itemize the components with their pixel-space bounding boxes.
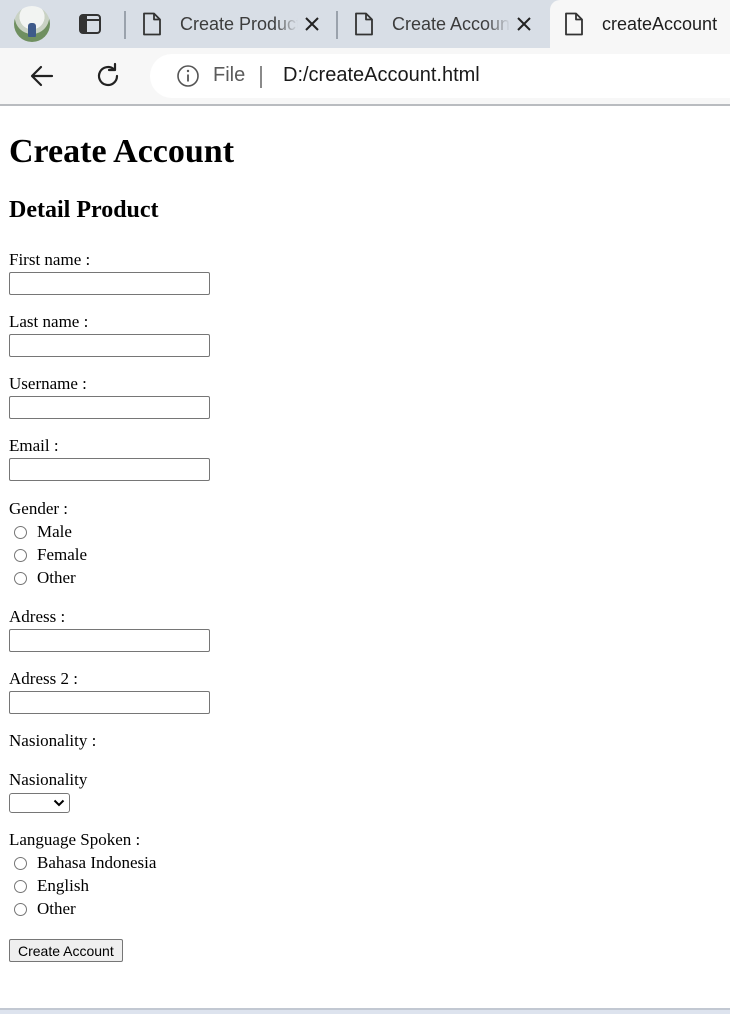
gender-option-other[interactable]: Other bbox=[14, 568, 76, 588]
url-text[interactable]: D:/createAccount.html bbox=[283, 64, 480, 87]
radio-label: Female bbox=[37, 545, 88, 564]
radio-label: Other bbox=[37, 899, 76, 918]
address-separator bbox=[260, 66, 262, 88]
radio-label: Bahasa Indonesia bbox=[37, 853, 157, 872]
radio-button[interactable] bbox=[14, 548, 27, 562]
create-account-button[interactable]: Create Account bbox=[9, 939, 123, 962]
browser-toolbar: File D:/createAccount.html bbox=[0, 48, 730, 106]
nationality-select-label: Nasionality bbox=[9, 770, 88, 789]
nationality-select[interactable] bbox=[9, 793, 70, 813]
address-input[interactable] bbox=[9, 629, 210, 652]
vertical-tabs-icon[interactable] bbox=[78, 12, 102, 36]
language-option-other[interactable]: Other bbox=[14, 899, 76, 919]
close-tab-icon[interactable] bbox=[516, 16, 532, 32]
document-icon bbox=[355, 12, 373, 36]
language-option-bahasa-indonesia[interactable]: Bahasa Indonesia bbox=[14, 853, 156, 873]
radio-button[interactable] bbox=[14, 525, 27, 539]
url-scheme: File bbox=[213, 64, 246, 86]
tab-title: Create Product bbox=[180, 13, 298, 34]
tab-createaccount-active[interactable]: createAccount bbox=[550, 0, 730, 48]
back-arrow-icon[interactable] bbox=[28, 62, 56, 90]
language-label: Language Spoken : bbox=[9, 830, 141, 849]
address-bar[interactable]: File D:/createAccount.html bbox=[150, 54, 730, 98]
section-title: Detail Product bbox=[9, 197, 159, 223]
gender-option-male[interactable]: Male bbox=[14, 522, 72, 542]
email-label: Email : bbox=[9, 436, 59, 455]
first-name-input[interactable] bbox=[9, 272, 210, 295]
last-name-label: Last name : bbox=[9, 312, 89, 331]
address-label: Adress : bbox=[9, 607, 66, 626]
document-icon bbox=[143, 12, 161, 36]
info-icon[interactable] bbox=[176, 64, 200, 88]
radio-label: Male bbox=[37, 522, 72, 541]
radio-label: English bbox=[37, 876, 89, 895]
radio-button[interactable] bbox=[14, 902, 27, 916]
username-input[interactable] bbox=[9, 396, 210, 419]
language-option-english[interactable]: English bbox=[14, 876, 89, 896]
email-input[interactable] bbox=[9, 458, 210, 481]
first-name-label: First name : bbox=[9, 250, 91, 269]
gender-option-female[interactable]: Female bbox=[14, 545, 87, 565]
radio-button[interactable] bbox=[14, 856, 27, 870]
address2-input[interactable] bbox=[9, 691, 210, 714]
tab-strip: Create Product Create Account createAcco… bbox=[0, 0, 730, 48]
tab-create-account[interactable]: Create Account bbox=[340, 0, 548, 48]
radio-button[interactable] bbox=[14, 571, 27, 585]
radio-label: Other bbox=[37, 568, 76, 587]
username-label: Username : bbox=[9, 374, 87, 393]
tab-create-product[interactable]: Create Product bbox=[128, 0, 336, 48]
radio-button[interactable] bbox=[14, 879, 27, 893]
tab-title: Create Account bbox=[392, 13, 510, 34]
last-name-input[interactable] bbox=[9, 334, 210, 357]
page-title: Create Account bbox=[9, 133, 235, 170]
gender-label: Gender : bbox=[9, 499, 69, 518]
chevron-down-icon bbox=[53, 799, 65, 807]
tab-title: createAccount bbox=[602, 13, 718, 34]
nationality-label: Nasionality : bbox=[9, 731, 97, 750]
address2-label: Adress 2 : bbox=[9, 669, 78, 688]
tab-separator bbox=[336, 11, 338, 39]
window-bottom-edge bbox=[0, 1008, 730, 1014]
tab-separator bbox=[124, 11, 126, 39]
profile-avatar[interactable] bbox=[14, 6, 50, 42]
refresh-icon[interactable] bbox=[94, 62, 122, 90]
close-tab-icon[interactable] bbox=[304, 16, 320, 32]
document-icon bbox=[565, 12, 583, 36]
